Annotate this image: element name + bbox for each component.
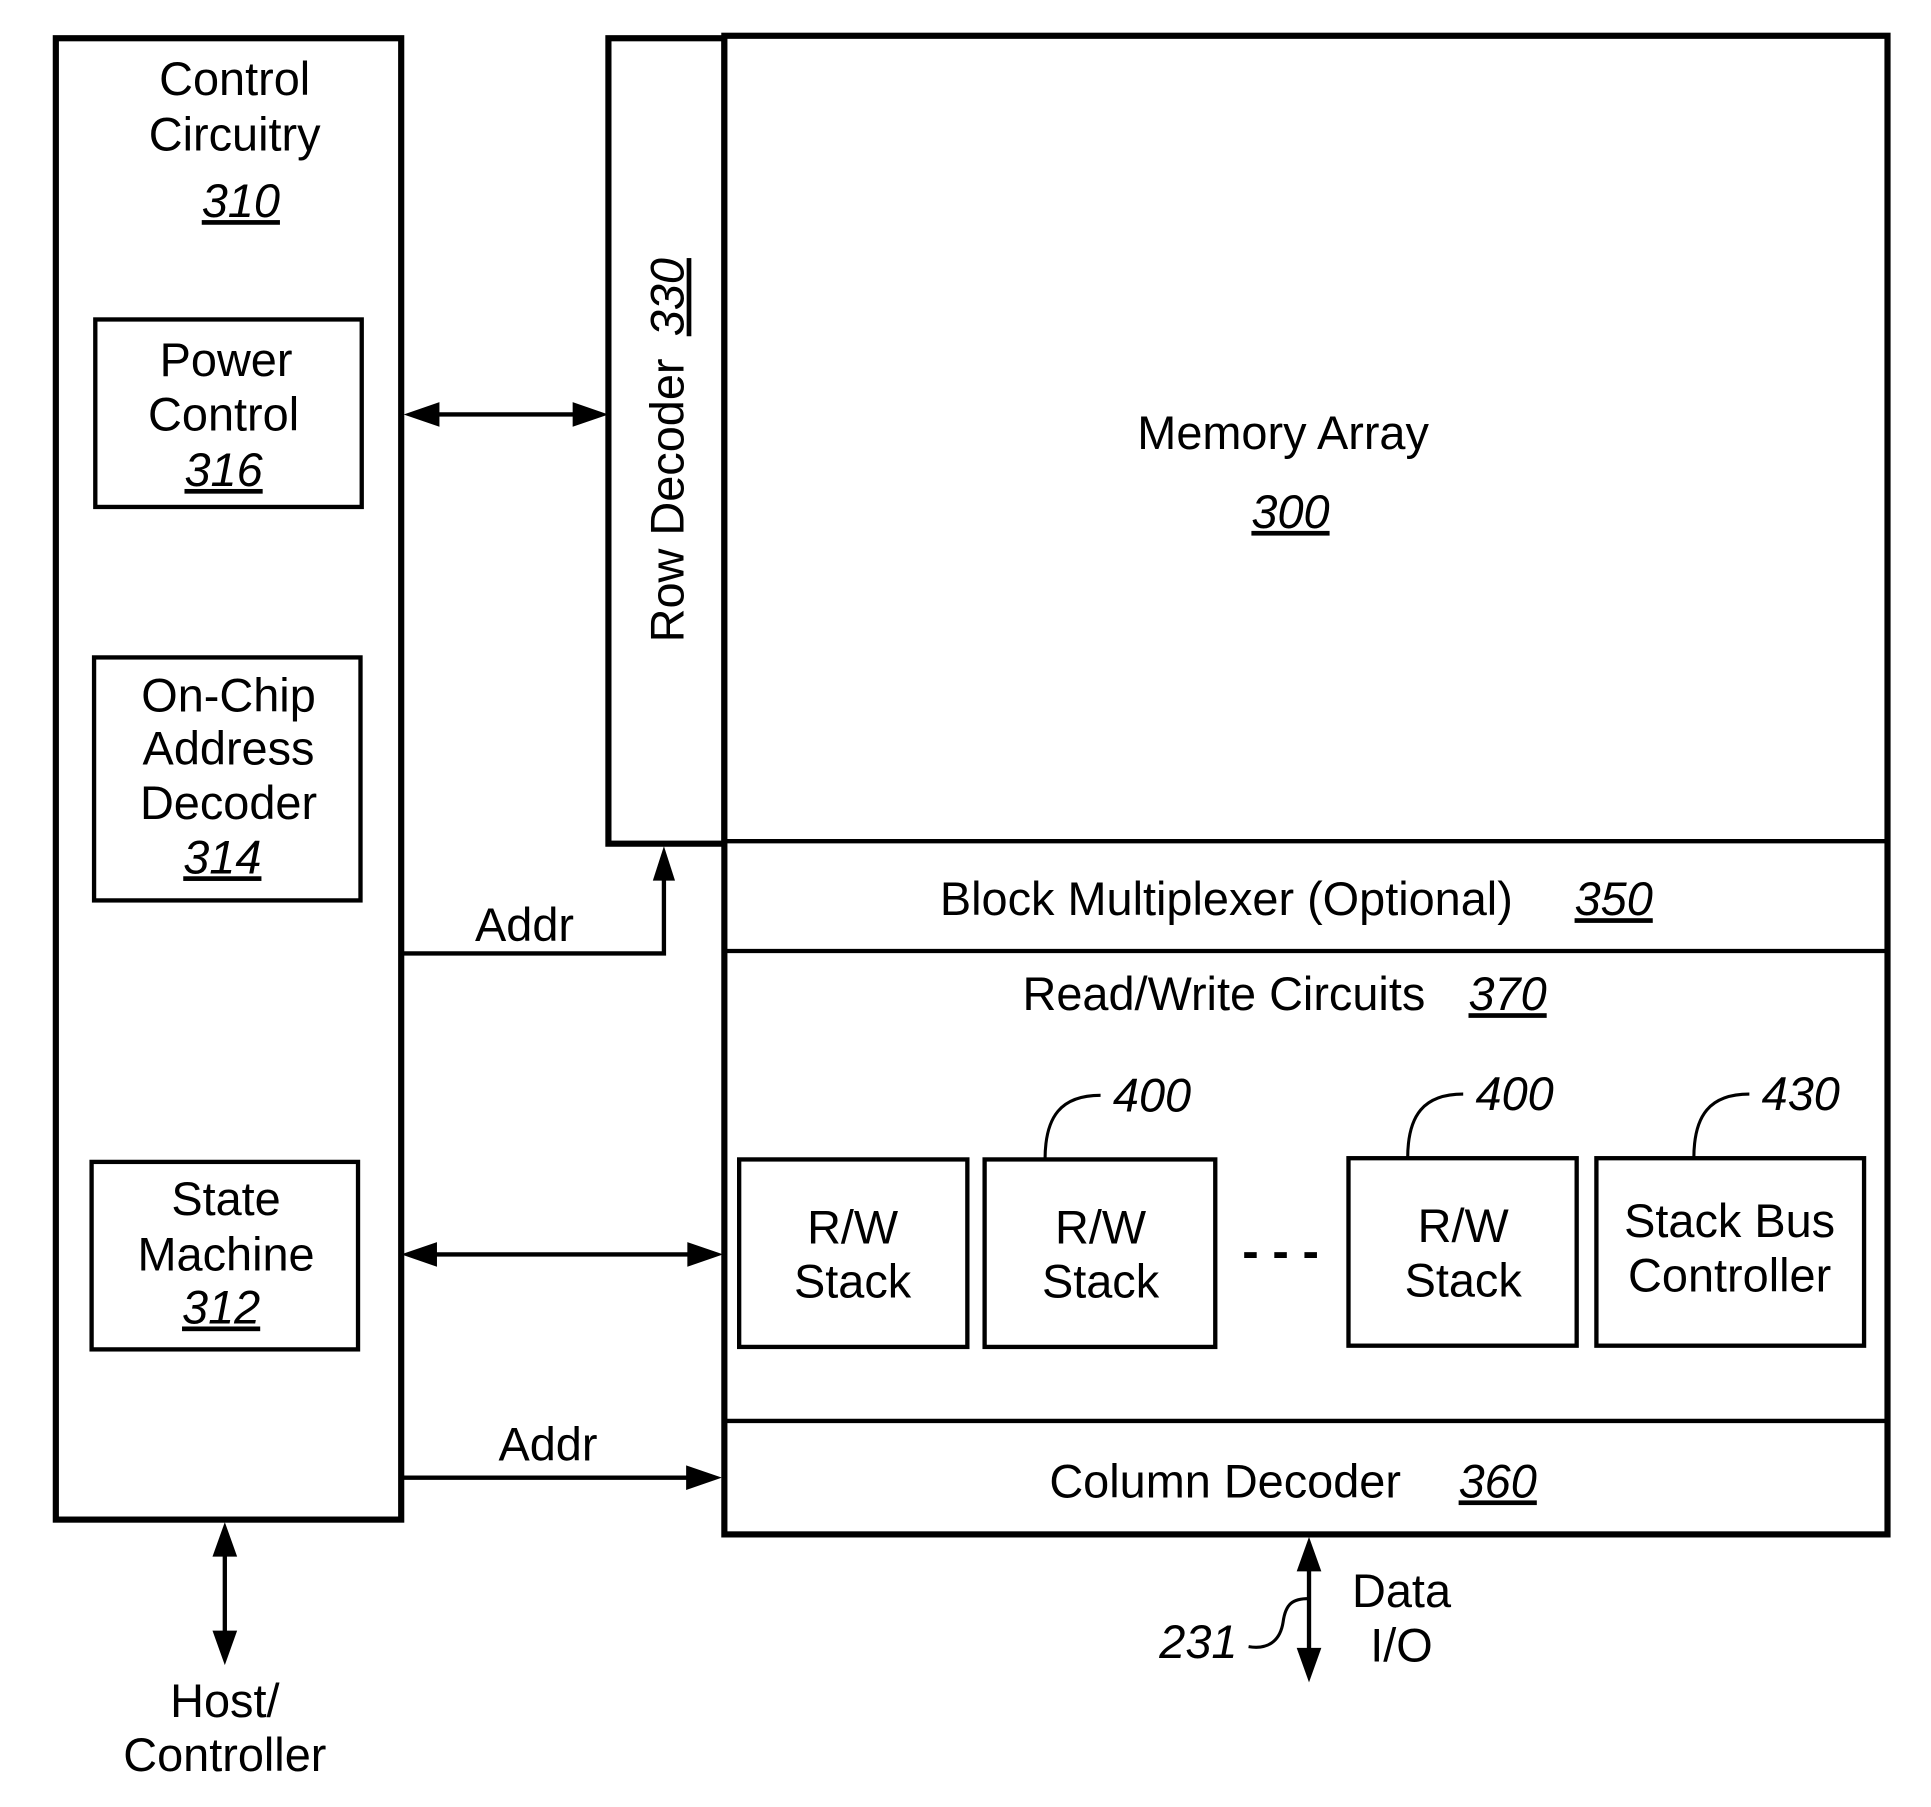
host-controller-arrow xyxy=(212,1522,238,1666)
rw-stack-ref: 400 xyxy=(1476,1068,1554,1120)
rw-circuits-ref: 370 xyxy=(1469,968,1547,1020)
state-machine-ref: 312 xyxy=(182,1281,260,1333)
data-io-ref: 231 xyxy=(1158,1616,1237,1668)
rw-stack-label-1: R/W xyxy=(1055,1201,1147,1253)
block-mux-ref: 350 xyxy=(1575,873,1653,925)
power-control-label-1: Power xyxy=(160,334,293,386)
control-row-decoder-arrow xyxy=(403,402,609,427)
data-io-label-2: I/O xyxy=(1370,1619,1433,1671)
stack-bus-controller-label-1: Stack Bus xyxy=(1624,1195,1835,1247)
stack-bus-controller-label-2: Controller xyxy=(1628,1249,1831,1301)
state-machine-label-1: State xyxy=(171,1173,280,1225)
power-control-ref: 316 xyxy=(184,444,263,496)
control-circuitry-title-1: Control xyxy=(159,53,310,105)
address-decoder-label-2: Address xyxy=(143,723,315,775)
rw-stack-label-2: Stack xyxy=(1405,1254,1523,1306)
memory-array-ref: 300 xyxy=(1251,486,1329,538)
rw-stack-label-1: R/W xyxy=(1418,1200,1510,1252)
power-control-label-2: Control xyxy=(148,388,299,440)
data-io-ref-leader xyxy=(1248,1597,1310,1649)
rw-stack-ref: 400 xyxy=(1113,1069,1191,1121)
data-io-label-1: Data xyxy=(1352,1565,1452,1617)
row-decoder-label: Row Decoder330 xyxy=(642,258,694,642)
stack-bus-controller-ref: 430 xyxy=(1762,1068,1840,1120)
control-rw-circuits-arrow xyxy=(401,1242,724,1267)
state-machine-label-2: Machine xyxy=(137,1228,314,1280)
column-decoder-label: Column Decoder xyxy=(1049,1455,1401,1507)
block-mux-label: Block Multiplexer (Optional) xyxy=(940,873,1513,925)
address-decoder-label-1: On-Chip xyxy=(141,670,316,722)
memory-array-label: Memory Array xyxy=(1137,407,1429,459)
rw-stack-label-2: Stack xyxy=(794,1256,912,1308)
host-label-2: Controller xyxy=(123,1729,326,1781)
rw-stack-label-1: R/W xyxy=(807,1201,899,1253)
control-circuitry-title-2: Circuitry xyxy=(149,108,321,160)
address-decoder-label-3: Decoder xyxy=(140,777,317,829)
rw-stack-label-2: Stack xyxy=(1042,1256,1160,1308)
address-decoder-ref: 314 xyxy=(183,831,261,883)
column-decoder-ref: 360 xyxy=(1459,1455,1537,1507)
rw-circuits-label: Read/Write Circuits xyxy=(1023,968,1426,1020)
data-io-arrow xyxy=(1296,1536,1322,1683)
addr-label-top: Addr xyxy=(475,899,574,951)
control-circuitry-ref: 310 xyxy=(202,175,280,227)
addr-label-bottom: Addr xyxy=(498,1418,597,1470)
stack-ellipsis: - - - xyxy=(1242,1224,1319,1279)
memory-system-diagram: Control Circuitry 310 Power Control 316 … xyxy=(52,32,1891,1781)
host-label-1: Host/ xyxy=(170,1675,280,1727)
